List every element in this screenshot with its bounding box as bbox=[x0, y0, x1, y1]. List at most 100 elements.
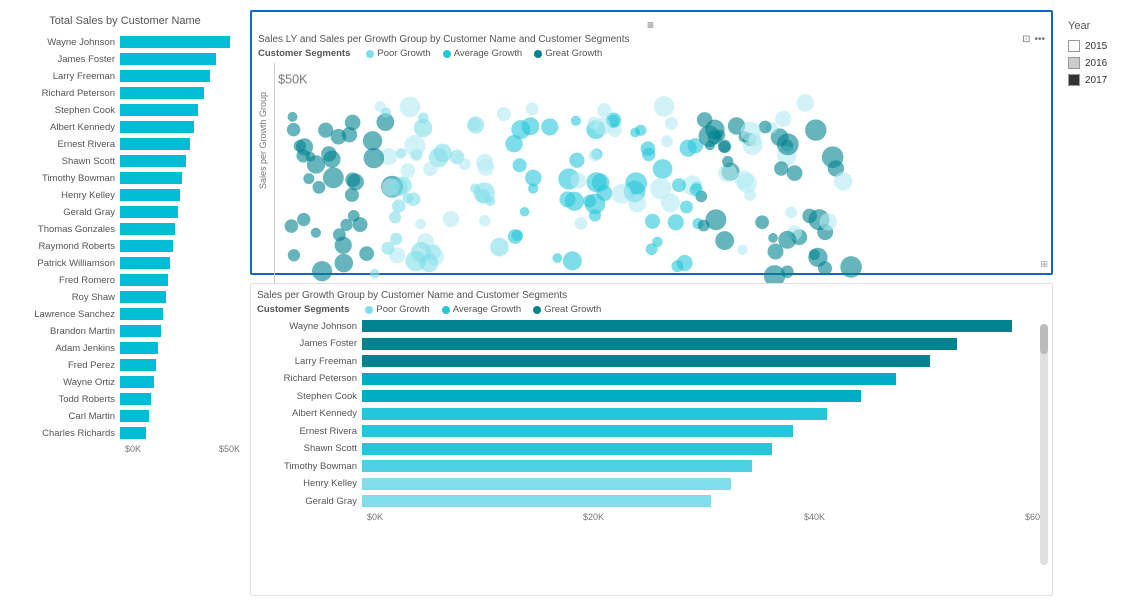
scatter-legend-poor: Poor Growth bbox=[366, 48, 430, 59]
bar-label: James Foster bbox=[10, 54, 120, 65]
list-item: Larry Freeman bbox=[10, 69, 240, 83]
panel-actions: ⊡ ••• bbox=[1022, 34, 1045, 45]
bottom-bar-container bbox=[362, 460, 1046, 472]
great-growth-dot bbox=[534, 50, 542, 58]
bar-container bbox=[120, 172, 240, 184]
list-item: Shawn Scott bbox=[257, 442, 1046, 456]
bar-container bbox=[120, 36, 240, 48]
bar-container bbox=[120, 189, 240, 201]
bar-label: Brandon Martin bbox=[10, 326, 120, 337]
bottom-legend-title: Customer Segments bbox=[257, 304, 349, 315]
bottom-bar-fill bbox=[362, 495, 711, 507]
drag-handle-icon: ≡ bbox=[647, 18, 656, 32]
bottom-legend-avg: Average Growth bbox=[442, 304, 521, 315]
list-item: Larry Freeman bbox=[257, 354, 1046, 368]
bottom-bar-label: Albert Kennedy bbox=[257, 408, 362, 419]
bottom-bar-container bbox=[362, 373, 1046, 385]
bar-container bbox=[120, 240, 240, 252]
list-item: Ernest Rivera bbox=[257, 424, 1046, 438]
list-item: Henry Kelley bbox=[257, 477, 1046, 491]
bar-fill bbox=[120, 206, 178, 218]
bar-container bbox=[120, 410, 240, 422]
list-item: Stephen Cook bbox=[257, 389, 1046, 403]
expand-icon[interactable]: ⊡ bbox=[1022, 34, 1030, 45]
bottom-bar-fill bbox=[362, 373, 896, 385]
year-legend-title: Year bbox=[1068, 20, 1128, 32]
left-x-axis: $0K $50K bbox=[10, 444, 240, 454]
bar-label: Fred Perez bbox=[10, 360, 120, 371]
year-checkbox[interactable] bbox=[1068, 57, 1080, 69]
bottom-avg-dot bbox=[442, 306, 450, 314]
bottom-great-label: Great Growth bbox=[544, 304, 601, 315]
more-icon[interactable]: ••• bbox=[1034, 34, 1045, 45]
scatter-panel: ≡ Sales LY and Sales per Growth Group by… bbox=[250, 10, 1053, 275]
bottom-bar-container bbox=[362, 425, 1046, 437]
bar-container bbox=[120, 121, 240, 133]
bottom-great-dot bbox=[533, 306, 541, 314]
left-panel: Total Sales by Customer Name Wayne Johns… bbox=[10, 10, 240, 596]
poor-growth-label: Poor Growth bbox=[377, 48, 430, 59]
poor-growth-dot bbox=[366, 50, 374, 58]
year-legend-item[interactable]: 2016 bbox=[1068, 57, 1128, 69]
list-item: Patrick Williamson bbox=[10, 256, 240, 270]
avg-growth-label: Average Growth bbox=[454, 48, 522, 59]
panel-handle[interactable]: ≡ bbox=[258, 18, 1045, 32]
bar-label: Raymond Roberts bbox=[10, 241, 120, 252]
bar-container bbox=[120, 359, 240, 371]
list-item: Fred Romero bbox=[10, 273, 240, 287]
list-item: Roy Shaw bbox=[10, 290, 240, 304]
year-label: 2015 bbox=[1085, 41, 1107, 52]
bar-container bbox=[120, 376, 240, 388]
left-x-max: $50K bbox=[219, 444, 240, 454]
year-legend-item[interactable]: 2015 bbox=[1068, 40, 1128, 52]
bar-label: Timothy Bowman bbox=[10, 173, 120, 184]
bottom-bar-fill bbox=[362, 408, 827, 420]
bar-label: Todd Roberts bbox=[10, 394, 120, 405]
bottom-bar-container bbox=[362, 355, 1046, 367]
bar-fill bbox=[120, 172, 182, 184]
bar-label: Shawn Scott bbox=[10, 156, 120, 167]
scrollbar-thumb[interactable] bbox=[1040, 324, 1048, 354]
scatter-svg: $50K$0K bbox=[275, 63, 1045, 302]
scatter-y-label: Sales per Growth Group bbox=[258, 63, 274, 218]
bottom-bar-label: Larry Freeman bbox=[257, 356, 362, 367]
year-label: 2017 bbox=[1085, 75, 1107, 86]
bottom-bar-fill bbox=[362, 460, 752, 472]
list-item: James Foster bbox=[10, 52, 240, 66]
bar-container bbox=[120, 342, 240, 354]
center-panel: ≡ Sales LY and Sales per Growth Group by… bbox=[250, 10, 1053, 596]
bar-fill bbox=[120, 53, 216, 65]
bottom-bar-container bbox=[362, 478, 1046, 490]
scatter-title: Sales LY and Sales per Growth Group by C… bbox=[258, 34, 1022, 45]
bar-label: Wayne Johnson bbox=[10, 37, 120, 48]
great-growth-label: Great Growth bbox=[545, 48, 602, 59]
year-checkbox[interactable] bbox=[1068, 74, 1080, 86]
list-item: Stephen Cook bbox=[10, 103, 240, 117]
list-item: Timothy Bowman bbox=[10, 171, 240, 185]
bar-fill bbox=[120, 121, 194, 133]
list-item: Gerald Gray bbox=[257, 494, 1046, 508]
bottom-bar-label: Gerald Gray bbox=[257, 496, 362, 507]
bar-container bbox=[120, 53, 240, 65]
bar-label: Stephen Cook bbox=[10, 105, 120, 116]
x-axis-label: $40K bbox=[804, 512, 825, 522]
bottom-avg-label: Average Growth bbox=[453, 304, 521, 315]
list-item: Raymond Roberts bbox=[10, 239, 240, 253]
bottom-bar-container bbox=[362, 408, 1046, 420]
bar-label: Larry Freeman bbox=[10, 71, 120, 82]
left-bar-chart: Wayne Johnson James Foster Larry Freeman… bbox=[10, 35, 240, 440]
year-checkbox[interactable] bbox=[1068, 40, 1080, 52]
year-label: 2016 bbox=[1085, 58, 1107, 69]
resize-handle[interactable]: ⊞ bbox=[1040, 259, 1048, 270]
year-legend-items: 2015 2016 2017 bbox=[1068, 40, 1128, 86]
bottom-bar-label: Timothy Bowman bbox=[257, 461, 362, 472]
bar-label: Albert Kennedy bbox=[10, 122, 120, 133]
bar-fill bbox=[120, 240, 173, 252]
bar-container bbox=[120, 257, 240, 269]
list-item: Wayne Johnson bbox=[10, 35, 240, 49]
year-legend-item[interactable]: 2017 bbox=[1068, 74, 1128, 86]
vertical-scrollbar[interactable] bbox=[1040, 324, 1048, 565]
list-item: Timothy Bowman bbox=[257, 459, 1046, 473]
bar-label: Henry Kelley bbox=[10, 190, 120, 201]
bottom-bar-label: Wayne Johnson bbox=[257, 321, 362, 332]
